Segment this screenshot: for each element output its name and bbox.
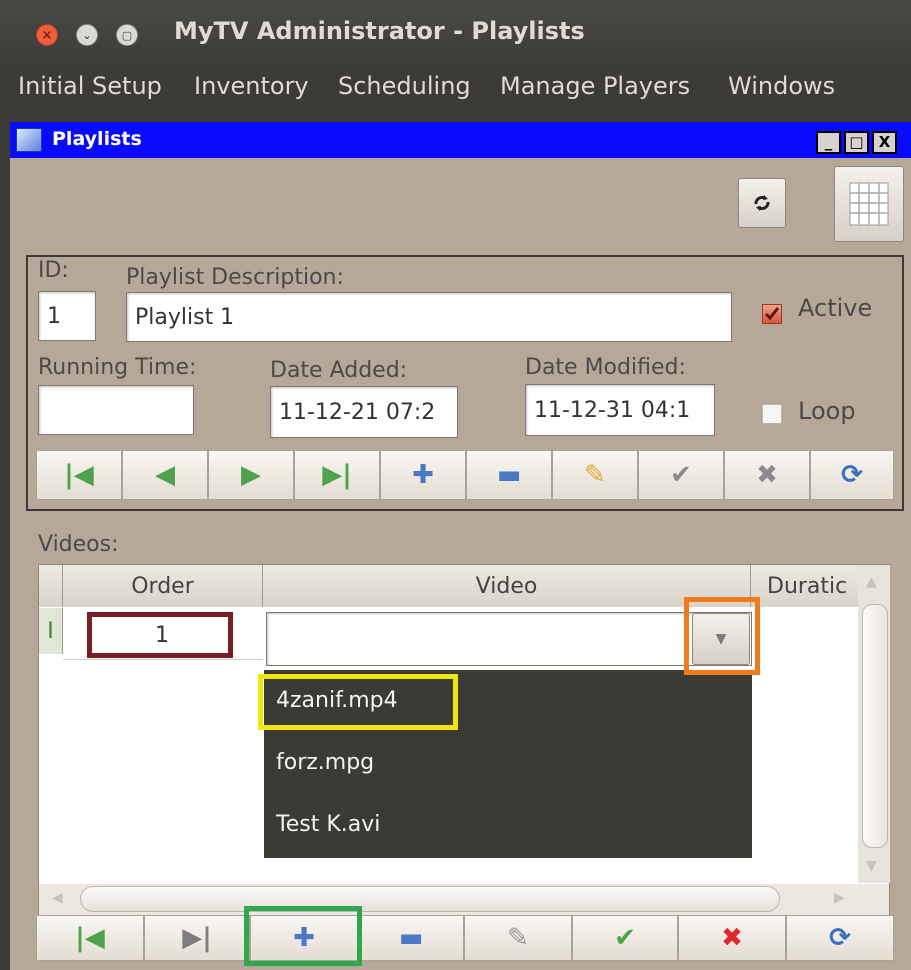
refresh-icon: ⟳ xyxy=(829,923,851,953)
edit-record-button[interactable]: ✎ xyxy=(552,450,638,500)
order-cell[interactable]: 1 xyxy=(92,616,232,654)
menu-scheduling[interactable]: Scheduling xyxy=(338,72,471,100)
minimize-window-button[interactable]: ⌄ xyxy=(76,24,98,46)
video-column-header[interactable]: Video xyxy=(263,565,751,607)
videos-last-button[interactable]: ▶| xyxy=(143,915,250,961)
app-title: MyTV Administrator - Playlists xyxy=(174,17,585,45)
dropdown-option[interactable]: 4zanif.mp4 xyxy=(264,670,752,730)
grid-view-button[interactable] xyxy=(834,166,904,242)
playlist-frame-icon xyxy=(16,128,42,152)
scroll-right-icon[interactable]: ▶ xyxy=(834,890,845,906)
maximize-window-button[interactable]: ▢ xyxy=(116,24,138,46)
dropdown-option[interactable]: Test K.avi xyxy=(264,794,752,854)
date-added-label: Date Added: xyxy=(270,358,408,383)
x-icon: ✖ xyxy=(721,923,743,953)
loop-label: Loop xyxy=(798,397,856,425)
duration-column-header[interactable]: Duratic xyxy=(751,565,859,607)
vertical-scroll-thumb[interactable] xyxy=(862,604,888,848)
running-time-label: Running Time: xyxy=(38,355,197,380)
close-window-button[interactable]: × xyxy=(36,24,58,46)
arrow-first-icon: |◀ xyxy=(75,923,105,953)
videos-label: Videos: xyxy=(38,532,119,557)
date-added-field[interactable]: 11-12-21 07:2 xyxy=(270,386,458,438)
last-record-button[interactable]: ▶| xyxy=(294,450,380,500)
frame-title: Playlists xyxy=(52,128,142,150)
videos-post-button[interactable]: ✔ xyxy=(571,915,678,961)
dropdown-option[interactable]: forz.mpg xyxy=(264,732,752,792)
menu-manage-players[interactable]: Manage Players xyxy=(500,72,690,100)
insert-record-button[interactable]: ✚ xyxy=(380,450,466,500)
minus-icon: ▬ xyxy=(398,923,424,953)
videos-cancel-button[interactable]: ✖ xyxy=(678,915,786,961)
id-field[interactable]: 1 xyxy=(38,291,96,341)
check-icon: ✔ xyxy=(670,460,692,490)
loop-checkbox[interactable] xyxy=(762,404,782,424)
plus-icon: ✚ xyxy=(293,923,315,953)
pencil-icon: ✎ xyxy=(507,923,529,953)
arrow-last-icon: ▶| xyxy=(182,923,212,953)
videos-navigator: |◀ ▶| ✚ ▬ ✎ ✔ ✖ ⟳ xyxy=(36,915,894,961)
videos-add-button[interactable]: ✚ xyxy=(250,915,358,961)
frame-title-bar xyxy=(10,122,911,158)
first-record-button[interactable]: |◀ xyxy=(36,450,122,500)
refresh-icon: ⟳ xyxy=(841,460,863,490)
x-icon: ✖ xyxy=(756,460,778,490)
video-select[interactable] xyxy=(266,612,752,666)
plus-icon: ✚ xyxy=(412,460,434,490)
frame-close-button[interactable]: X xyxy=(872,131,897,154)
playlist-navigator: |◀ ◀ ▶ ▶| ✚ ▬ ✎ ✔ ✖ ⟳ xyxy=(36,450,895,500)
id-label: ID: xyxy=(38,258,69,283)
date-modified-label: Date Modified: xyxy=(525,355,686,380)
grid-indicator-header xyxy=(39,565,63,607)
refresh-record-button[interactable]: ⟳ xyxy=(810,450,895,500)
frame-minimize-button[interactable]: _ xyxy=(816,131,841,154)
grid-icon xyxy=(849,182,889,226)
reload-icon xyxy=(754,195,770,211)
active-label: Active xyxy=(798,294,873,322)
scroll-down-icon[interactable]: ▼ xyxy=(866,858,877,874)
videos-first-button[interactable]: |◀ xyxy=(36,915,144,961)
video-dropdown-button[interactable]: ▼ xyxy=(692,613,750,665)
arrow-prev-icon: ◀ xyxy=(155,460,175,490)
active-checkbox[interactable] xyxy=(762,304,782,324)
videos-refresh-button[interactable]: ⟳ xyxy=(785,915,894,961)
check-icon xyxy=(764,307,780,321)
videos-edit-button[interactable]: ✎ xyxy=(464,915,572,961)
post-record-button[interactable]: ✔ xyxy=(638,450,724,500)
frame-maximize-button[interactable]: □ xyxy=(844,131,869,154)
menu-windows[interactable]: Windows xyxy=(728,72,835,100)
cancel-record-button[interactable]: ✖ xyxy=(724,450,810,500)
playlist-description-field[interactable]: Playlist 1 xyxy=(126,292,732,342)
check-icon: ✔ xyxy=(614,923,636,953)
running-time-field[interactable] xyxy=(38,385,194,435)
prior-record-button[interactable]: ◀ xyxy=(122,450,208,500)
playlist-description-label: Playlist Description: xyxy=(126,265,344,290)
date-modified-field[interactable]: 11-12-31 04:1 xyxy=(525,384,715,436)
reload-button[interactable] xyxy=(738,178,786,228)
menu-initial-setup[interactable]: Initial Setup xyxy=(18,72,162,100)
menu-inventory[interactable]: Inventory xyxy=(194,72,309,100)
current-row-indicator: I xyxy=(39,608,63,654)
scroll-up-icon[interactable]: ▲ xyxy=(866,574,877,590)
order-column-header[interactable]: Order xyxy=(63,565,263,607)
chevron-down-icon: ▼ xyxy=(715,631,727,647)
arrow-first-icon: |◀ xyxy=(64,460,94,490)
scroll-left-icon[interactable]: ◀ xyxy=(52,890,63,906)
horizontal-scroll-thumb[interactable] xyxy=(80,886,780,912)
delete-record-button[interactable]: ▬ xyxy=(466,450,552,500)
arrow-last-icon: ▶| xyxy=(322,460,352,490)
arrow-next-icon: ▶ xyxy=(241,460,261,490)
minus-icon: ▬ xyxy=(496,460,522,490)
next-record-button[interactable]: ▶ xyxy=(208,450,294,500)
pencil-icon: ✎ xyxy=(584,460,606,490)
videos-remove-button[interactable]: ▬ xyxy=(357,915,464,961)
